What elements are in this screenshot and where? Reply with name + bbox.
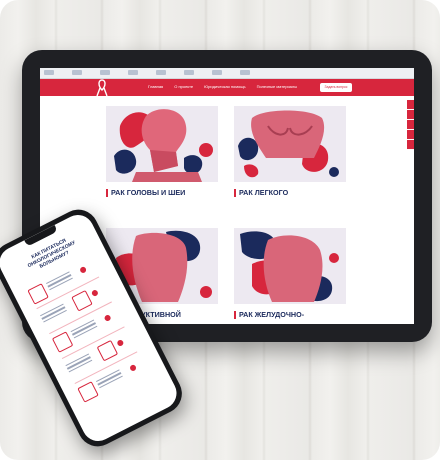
card-title: РАК ГОЛОВЫ И ШЕИ	[106, 189, 218, 197]
card-title: РАК ЖЕЛУДОЧНО-	[234, 311, 346, 319]
plate-icon	[27, 283, 49, 305]
food-icon	[71, 290, 93, 312]
browser-tab[interactable]	[240, 70, 250, 75]
ask-question-button[interactable]: Задать вопрос	[320, 83, 352, 92]
step-marker-icon	[128, 363, 138, 372]
card-image	[106, 106, 218, 182]
nav-item-about[interactable]: О проекте	[174, 84, 193, 89]
social-icon[interactable]	[407, 120, 414, 129]
phone-screen: КАК ПИТАТЬСЯ ОНКОЛОГИЧЕСКОМУ БОЛЬНОМУ?	[0, 209, 183, 447]
card-lung[interactable]: РАК ЛЕГКОГО	[234, 106, 346, 197]
social-icon[interactable]	[407, 130, 414, 139]
social-icon[interactable]	[407, 140, 414, 149]
step-marker-icon	[90, 289, 99, 298]
social-icon[interactable]	[407, 110, 414, 119]
ribbon-logo-icon[interactable]	[96, 78, 108, 98]
card-title: РАК ЛЕГКОГО	[234, 189, 346, 197]
card-image	[234, 228, 346, 304]
browser-tab[interactable]	[184, 70, 194, 75]
doctor-icon	[96, 339, 119, 362]
smartphone-device: КАК ПИТАТЬСЯ ОНКОЛОГИЧЕСКОМУ БОЛЬНОМУ?	[0, 202, 189, 454]
browser-tab[interactable]	[128, 70, 138, 75]
browser-tab[interactable]	[100, 70, 110, 75]
social-icon[interactable]	[407, 100, 414, 109]
step-marker-icon	[116, 338, 125, 347]
step-marker-icon	[79, 265, 88, 274]
infographic-text	[96, 369, 126, 393]
card-gastro[interactable]: РАК ЖЕЛУДОЧНО-	[234, 228, 346, 319]
bottle-icon	[51, 331, 74, 353]
browser-tab[interactable]	[212, 70, 222, 75]
browser-tab[interactable]	[156, 70, 166, 75]
photo-scene: Главная О проекте Юридическая помощь Пол…	[0, 0, 440, 460]
scale-icon	[77, 381, 99, 403]
site-nav: Главная О проекте Юридическая помощь Пол…	[148, 84, 297, 89]
card-head-neck[interactable]: РАК ГОЛОВЫ И ШЕИ	[106, 106, 218, 197]
infographic-text	[46, 271, 76, 295]
social-links	[407, 100, 414, 149]
step-marker-icon	[103, 313, 112, 323]
browser-tab[interactable]	[44, 70, 54, 75]
nav-item-materials[interactable]: Полезные материалы	[257, 84, 298, 89]
nav-item-home[interactable]: Главная	[148, 84, 163, 89]
site-header: Главная О проекте Юридическая помощь Пол…	[40, 78, 414, 98]
nav-item-legal[interactable]: Юридическая помощь	[204, 84, 245, 89]
phone-body: КАК ПИТАТЬСЯ ОНКОЛОГИЧЕСКОМУ БОЛЬНОМУ?	[0, 202, 189, 454]
browser-tab[interactable]	[72, 70, 82, 75]
card-image	[234, 106, 346, 182]
